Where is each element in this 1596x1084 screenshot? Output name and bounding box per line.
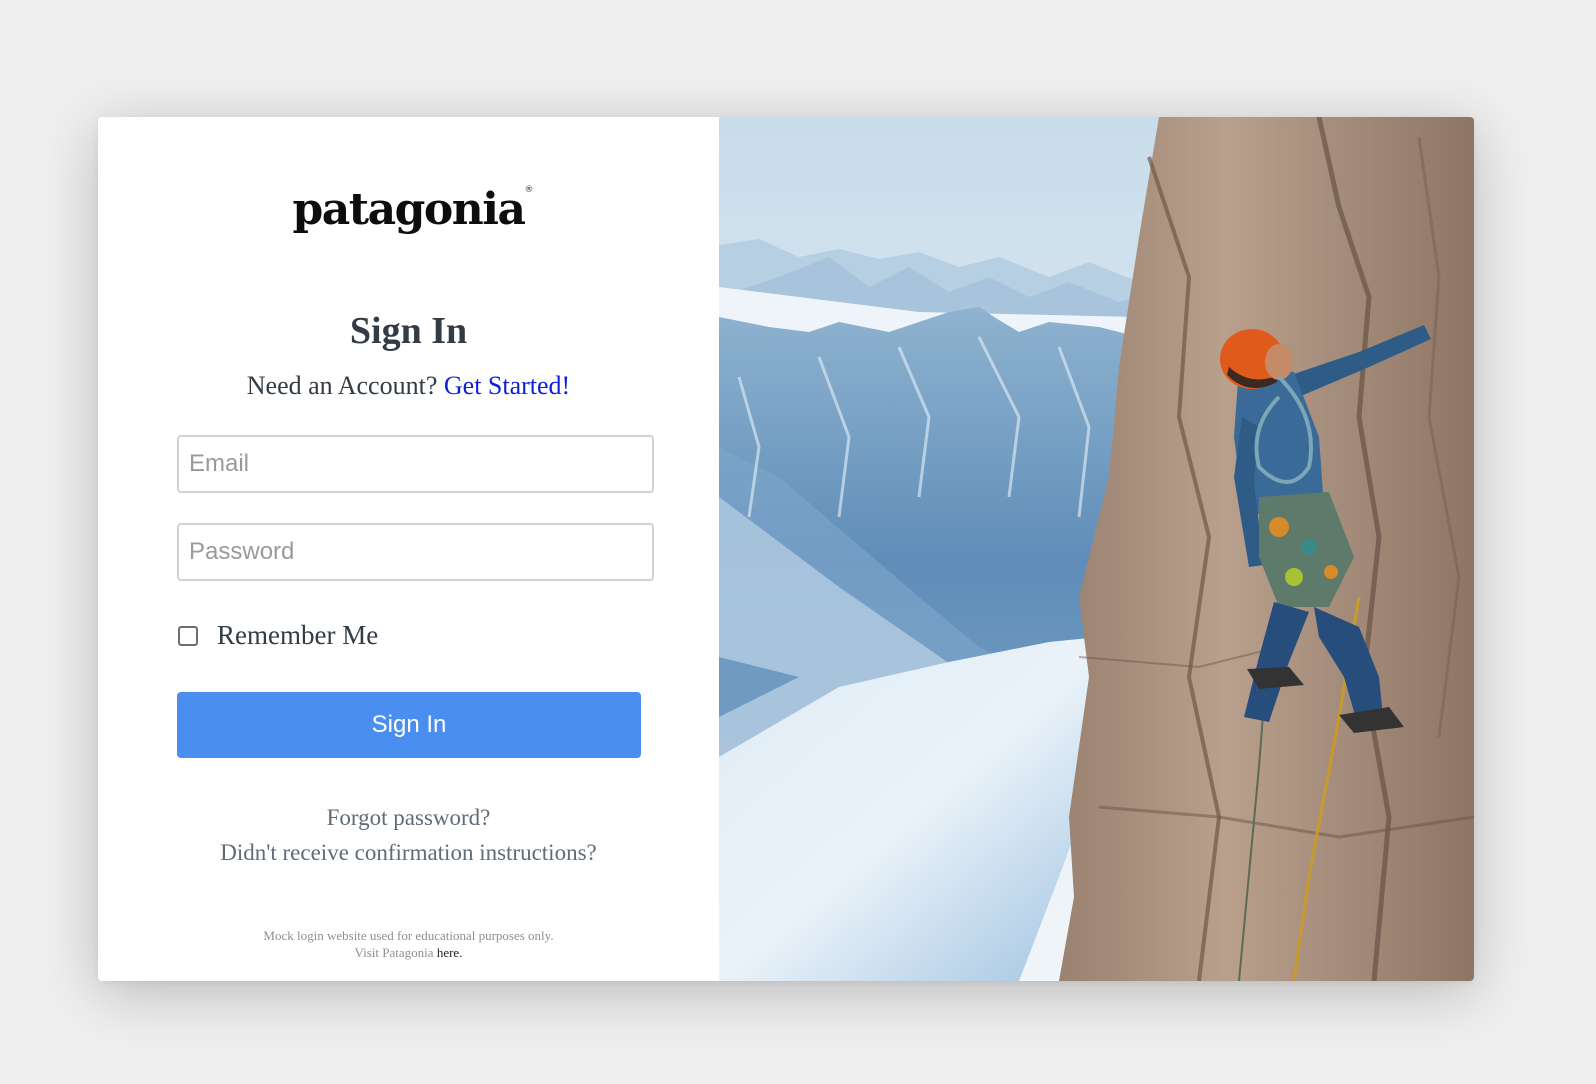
footer-disclaimer: Mock login website used for educational …: [263, 928, 554, 943]
remember-me-row: Remember Me: [178, 620, 378, 651]
email-field[interactable]: [177, 435, 654, 493]
get-started-link[interactable]: Get Started!: [444, 371, 570, 400]
sign-in-button[interactable]: Sign In: [177, 692, 641, 758]
account-prompt-text: Need an Account?: [246, 371, 438, 400]
remember-me-checkbox[interactable]: [178, 625, 198, 646]
logo-text: patagonia: [292, 184, 526, 235]
forgot-password-link[interactable]: Forgot password?: [327, 800, 491, 835]
rock-climber-photo: [719, 117, 1474, 981]
footer-period: .: [459, 945, 463, 960]
registered-mark: ®: [524, 185, 534, 195]
password-field[interactable]: [177, 523, 654, 581]
login-card: patagonia ® Sign In Need an Account? Get…: [98, 117, 1474, 981]
confirmation-instructions-link[interactable]: Didn't receive confirmation instructions…: [220, 835, 597, 870]
here-link[interactable]: here: [437, 945, 459, 960]
hero-image: [719, 117, 1474, 981]
page-title: Sign In: [349, 310, 468, 352]
footer-visit: Visit Patagonia here.: [98, 944, 719, 961]
account-prompt: Need an Account? Get Started!: [98, 370, 719, 401]
help-links: Forgot password? Didn't receive confirma…: [98, 800, 719, 870]
footer-visit-text: Visit Patagonia: [354, 945, 434, 960]
remember-me-label[interactable]: Remember Me: [217, 620, 378, 651]
footer-note: Mock login website used for educational …: [98, 927, 719, 961]
patagonia-logo: patagonia ®: [98, 175, 719, 245]
login-panel: patagonia ® Sign In Need an Account? Get…: [98, 117, 719, 981]
